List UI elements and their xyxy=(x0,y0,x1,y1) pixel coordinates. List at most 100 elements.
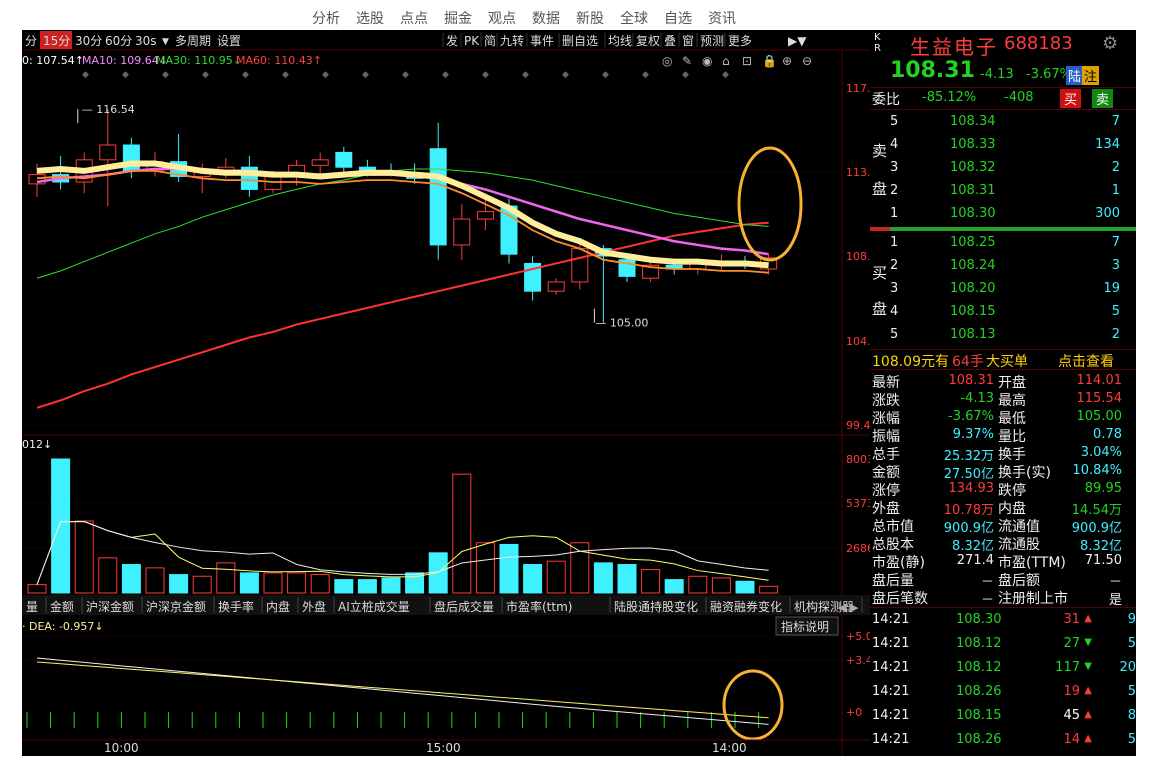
indicator-tab[interactable]: 金额 xyxy=(50,599,74,614)
toolbar-button[interactable]: 发 xyxy=(446,33,458,48)
high-price-label: — 116.54 xyxy=(82,103,135,116)
indicator-tab[interactable]: 市盈率(ttm) xyxy=(506,599,572,614)
gear-icon[interactable]: ⚙ xyxy=(1102,33,1118,54)
menu-item[interactable]: 资讯 xyxy=(708,8,736,28)
indicator-help-button[interactable]: 指标说明 xyxy=(781,619,829,634)
arrow-up-icon: ▲ xyxy=(1084,685,1092,696)
toolbar-button[interactable]: 均线 xyxy=(608,34,632,48)
stat-value: 105.00 xyxy=(1076,409,1123,424)
event-marker[interactable]: ◆ xyxy=(202,70,209,80)
stat-label: 流通股 xyxy=(998,537,1040,553)
indicator-tab[interactable]: 沪深京金额 xyxy=(146,599,206,614)
event-marker[interactable]: ◆ xyxy=(322,70,329,80)
sell-button[interactable]: 卖 xyxy=(1092,89,1114,108)
indicator-tab[interactable]: 盘后成交量 xyxy=(434,599,494,614)
event-marker[interactable]: ◆ xyxy=(82,70,89,80)
event-marker[interactable]: ◆ xyxy=(722,70,729,80)
view-big-orders-link[interactable]: 点击查看 xyxy=(1058,351,1114,371)
indicator-tab[interactable]: 外盘 xyxy=(302,599,326,614)
event-marker[interactable]: ◆ xyxy=(522,70,529,80)
event-marker[interactable]: ◆ xyxy=(242,70,249,80)
stat-label: 换手 xyxy=(998,447,1026,463)
stat-label: 外盘 xyxy=(872,501,900,517)
macd-tick-label: +5.06 xyxy=(846,630,870,643)
indicator-tab[interactable]: 沪深金额 xyxy=(86,599,134,614)
candle-body xyxy=(99,144,117,161)
bid-price: 108.20 xyxy=(950,281,996,296)
tick-qty: 31 xyxy=(1063,612,1080,627)
menu-item[interactable]: 全球 xyxy=(620,8,648,28)
stat-label: 金额 xyxy=(872,465,900,481)
toolbar-button[interactable]: 简 xyxy=(484,34,496,48)
chart-tool-icon[interactable]: ⊕ xyxy=(782,54,792,68)
period-tab[interactable]: 分 xyxy=(25,34,37,48)
tick-price: 108.30 xyxy=(956,612,1002,627)
toolbar-button[interactable]: 事件 xyxy=(530,34,554,48)
period-tab[interactable]: 设置 xyxy=(217,34,241,48)
indicator-tab[interactable]: 陆股通持股变化 xyxy=(614,599,698,614)
period-tab[interactable]: 60分 xyxy=(105,34,132,48)
menu-item[interactable]: 观点 xyxy=(488,8,516,28)
chart-tool-icon[interactable]: ◉ xyxy=(702,54,712,68)
indicator-tab[interactable]: AI立桩成交量 xyxy=(338,599,410,614)
ask-level: 5 xyxy=(890,114,899,129)
event-marker[interactable]: ◆ xyxy=(482,70,489,80)
period-tab[interactable]: 多周期 xyxy=(175,34,211,48)
toolbar-button[interactable]: 删自选 xyxy=(562,34,598,48)
menu-item[interactable]: 数据 xyxy=(532,8,560,28)
menu-item[interactable]: 分析 xyxy=(312,8,340,28)
indicator-tab[interactable]: 量 xyxy=(26,600,38,614)
tick-time: 14:21 xyxy=(872,636,910,651)
stat-value: 8.32亿 xyxy=(1080,539,1122,554)
period-tab[interactable]: 30s xyxy=(135,34,157,48)
candle[interactable] xyxy=(571,243,589,290)
event-marker[interactable]: ◆ xyxy=(642,70,649,80)
toolbar-button[interactable]: 复权 xyxy=(636,34,660,48)
tab-scroll-arrows[interactable]: ◀ ▶ xyxy=(838,601,859,614)
event-marker[interactable]: ◆ xyxy=(402,70,409,80)
toolbar-button[interactable]: 窗 xyxy=(682,34,694,48)
chart-tool-icon[interactable]: 🔒 xyxy=(762,54,777,68)
menu-item[interactable]: 自选 xyxy=(664,8,692,28)
period-tab[interactable]: 15分 xyxy=(43,34,70,48)
bid-level: 1 xyxy=(890,235,899,250)
event-marker[interactable]: ◆ xyxy=(162,70,169,80)
chevron-down-icon[interactable]: ▼ xyxy=(162,37,169,47)
volume-tick-label: 26865 xyxy=(846,542,870,555)
chart-tool-icon[interactable]: ⊡ xyxy=(742,54,752,68)
bid-volume: 5 xyxy=(1111,304,1120,319)
chart-tool-icon[interactable]: ⊖ xyxy=(802,54,812,68)
chart-tool-icon[interactable]: ⌂ xyxy=(722,54,730,68)
indicator-tab[interactable]: 内盘 xyxy=(266,599,290,614)
chart-tool-icon[interactable]: ◎ xyxy=(662,54,672,68)
expand-icon[interactable]: ▶▼ xyxy=(788,34,807,48)
toolbar-button[interactable]: 预测 xyxy=(700,34,724,48)
stat-value: 271.4 xyxy=(956,553,994,568)
event-marker[interactable]: ◆ xyxy=(602,70,609,80)
indicator-tab[interactable]: 换手率 xyxy=(218,599,254,614)
chart-tool-icon[interactable]: ✎ xyxy=(682,54,692,68)
menu-item[interactable]: 选股 xyxy=(356,8,384,28)
toolbar-button[interactable]: 九转 xyxy=(500,33,524,48)
event-marker[interactable]: ◆ xyxy=(682,70,689,80)
menu-item[interactable]: 点点 xyxy=(400,8,428,28)
buy-button[interactable]: 买 xyxy=(1060,89,1082,108)
menu-item[interactable]: 新股 xyxy=(576,8,604,28)
toolbar-button[interactable]: PK xyxy=(464,34,480,48)
tick-time: 14:21 xyxy=(872,660,910,675)
event-marker[interactable]: ◆ xyxy=(362,70,369,80)
indicator-tab[interactable]: 融资融券变化 xyxy=(710,599,782,614)
menu-item[interactable]: 掘金 xyxy=(444,8,472,28)
event-marker[interactable]: ◆ xyxy=(282,70,289,80)
buy-label-1: 买 xyxy=(872,264,888,282)
event-marker[interactable]: ◆ xyxy=(122,70,129,80)
event-marker[interactable]: ◆ xyxy=(562,70,569,80)
event-marker[interactable]: ◆ xyxy=(442,70,449,80)
price-tick-label: 104.01 xyxy=(846,335,870,348)
big-order-qty: 64手 xyxy=(952,354,984,370)
period-tab[interactable]: 30分 xyxy=(75,34,102,48)
bid-volume: 19 xyxy=(1103,281,1120,296)
kline-chart-area[interactable]: 分 15分 30分 60分 30s ▼ 多周期 设置 发 PK 简九转 事件 删自选 均线 复权叠窗预测 更多… xyxy=(22,30,870,756)
toolbar-button[interactable]: 叠 xyxy=(664,34,676,48)
toolbar-button[interactable]: 更多 xyxy=(728,34,752,48)
